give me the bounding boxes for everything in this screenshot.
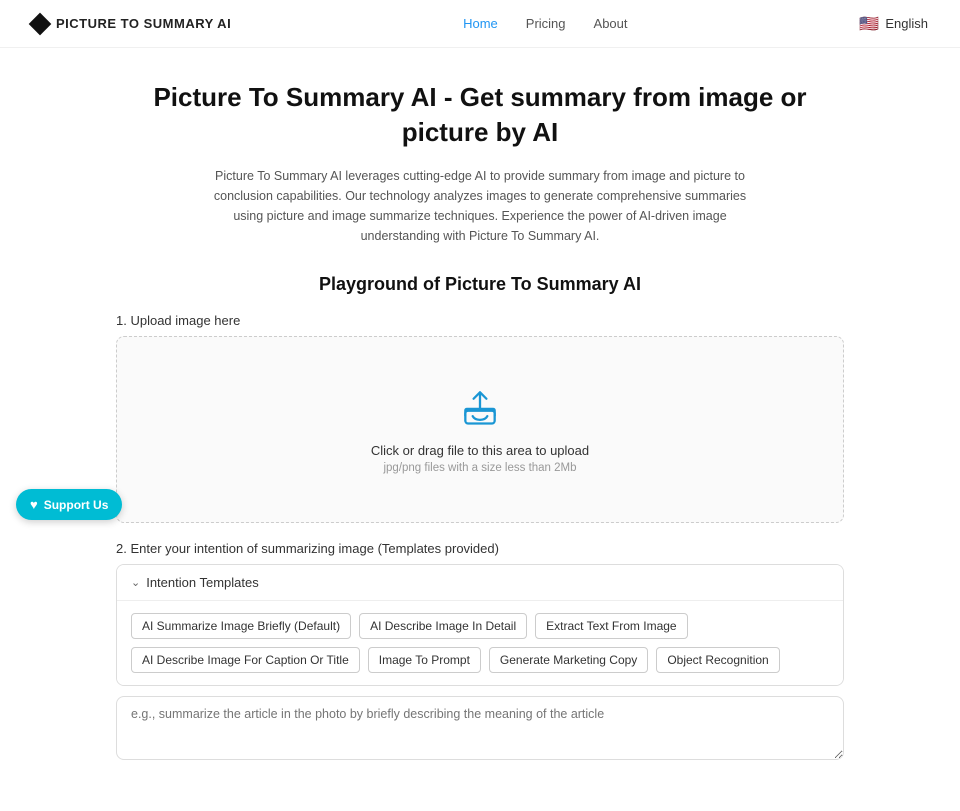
flag-icon: 🇺🇸 <box>859 14 879 34</box>
pill-describe-caption[interactable]: AI Describe Image For Caption Or Title <box>131 647 360 673</box>
nav-logo: PICTURE TO SUMMARY AI <box>32 16 231 32</box>
hero-subtitle: Picture To Summary AI leverages cutting-… <box>200 166 760 246</box>
nav-link-about[interactable]: About <box>594 16 628 31</box>
support-label: Support Us <box>44 498 109 512</box>
upload-hint: jpg/png files with a size less than 2Mb <box>383 462 576 474</box>
support-button[interactable]: ♥ Support Us <box>16 489 122 520</box>
nav-link-pricing[interactable]: Pricing <box>526 16 566 31</box>
pill-describe-detail[interactable]: AI Describe Image In Detail <box>359 613 527 639</box>
nav-logo-text: PICTURE TO SUMMARY AI <box>56 16 231 31</box>
upload-icon <box>458 385 502 429</box>
main-content: Picture To Summary AI - Get summary from… <box>100 48 860 811</box>
pill-object-recognition[interactable]: Object Recognition <box>656 647 779 673</box>
nav-link-home[interactable]: Home <box>463 16 498 31</box>
heart-icon: ♥ <box>30 497 38 512</box>
intention-header[interactable]: ⌄ Intention Templates <box>117 565 843 601</box>
intention-header-label: Intention Templates <box>146 575 259 590</box>
prompt-textarea[interactable] <box>116 696 844 760</box>
pill-extract-text[interactable]: Extract Text From Image <box>535 613 687 639</box>
navbar: PICTURE TO SUMMARY AI Home Pricing About… <box>0 0 960 48</box>
pill-image-to-prompt[interactable]: Image To Prompt <box>368 647 481 673</box>
intention-box: ⌄ Intention Templates AI Summarize Image… <box>116 564 844 686</box>
language-selector[interactable]: 🇺🇸 English <box>859 14 928 34</box>
nav-links: Home Pricing About <box>463 16 627 31</box>
logo-diamond-icon <box>29 12 52 35</box>
upload-dropzone[interactable]: Click or drag file to this area to uploa… <box>116 336 844 523</box>
pill-summarize-briefly[interactable]: AI Summarize Image Briefly (Default) <box>131 613 351 639</box>
template-pills-container: AI Summarize Image Briefly (Default) AI … <box>117 601 843 685</box>
pill-marketing-copy[interactable]: Generate Marketing Copy <box>489 647 648 673</box>
chevron-down-icon: ⌄ <box>131 576 140 589</box>
upload-click-text: Click or drag file to this area to uploa… <box>371 443 589 458</box>
hero-title: Picture To Summary AI - Get summary from… <box>116 80 844 150</box>
playground-heading: Playground of Picture To Summary AI <box>116 274 844 295</box>
upload-section-label: 1. Upload image here <box>116 313 844 328</box>
language-label: English <box>885 16 928 31</box>
intention-section-label: 2. Enter your intention of summarizing i… <box>116 541 844 556</box>
